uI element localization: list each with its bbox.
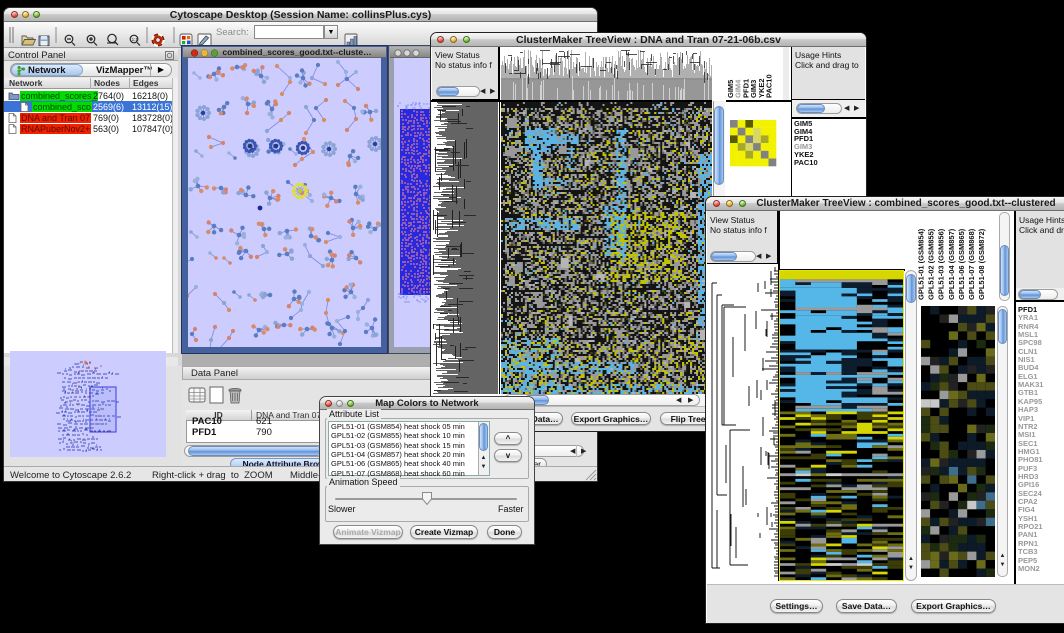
svg-text:GPL51-01 (GSM854): GPL51-01 (GSM854): [918, 228, 926, 300]
svg-text:GPL51-03 (GSM856): GPL51-03 (GSM856): [937, 228, 946, 300]
svg-text:1:1: 1:1: [132, 37, 139, 42]
svg-text:GPL51-07 (GSM868): GPL51-07 (GSM868): [967, 228, 976, 300]
svg-text:GPL51-02 (GSM855): GPL51-02 (GSM855): [927, 228, 936, 300]
svg-text:GPL51-08 (GSM872): GPL51-08 (GSM872): [977, 228, 986, 300]
svg-text:GPL51-06 (GSM865): GPL51-06 (GSM865): [957, 228, 966, 300]
svg-text:PAC10: PAC10: [765, 74, 774, 98]
svg-text:GPL51-04 (GSM857): GPL51-04 (GSM857): [947, 228, 956, 300]
